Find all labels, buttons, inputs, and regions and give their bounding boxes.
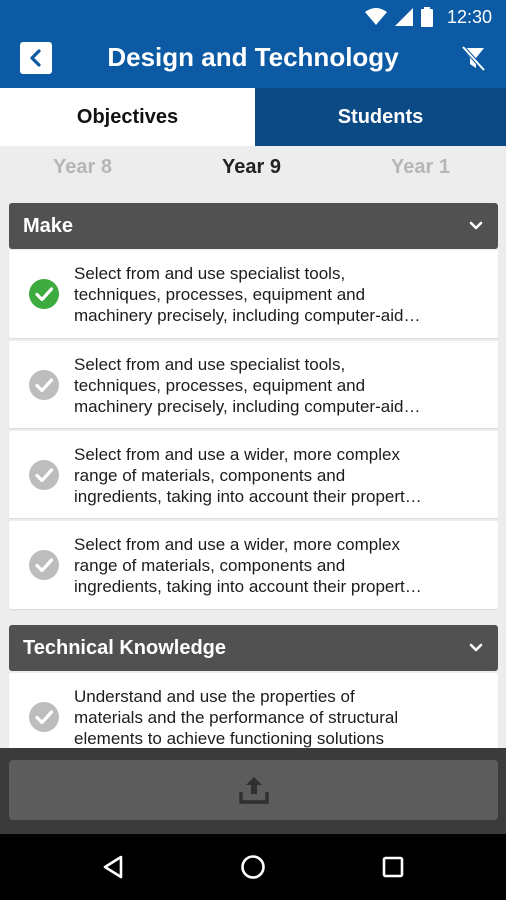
objective-text-line: ingredients, taking into account their p… [74, 577, 422, 596]
objective-text-line: materials and the performance of structu… [74, 708, 399, 727]
tab-objectives[interactable]: Objectives [0, 88, 255, 146]
wifi-icon [364, 8, 387, 25]
back-triangle-icon [103, 855, 123, 879]
objective-text-line: range of materials, components and [74, 466, 346, 485]
chevron-left-icon [30, 49, 41, 67]
objective-text: Select from and use a wider, more comple… [74, 444, 469, 507]
check-incomplete-icon [29, 702, 59, 732]
objective-text-line: Understand and use the properties of [74, 687, 355, 706]
objective-text: Select from and use a wider, more comple… [74, 534, 469, 597]
objective-text-line: elements to achieve functioning solution… [74, 729, 384, 748]
chevron-down-icon [469, 221, 483, 230]
check-incomplete-icon [29, 460, 59, 490]
check-incomplete-icon [29, 550, 59, 580]
year-next[interactable]: Year 1 [391, 156, 450, 179]
upload-icon [238, 777, 269, 804]
year-previous[interactable]: Year 8 [53, 156, 112, 179]
system-nav-bar [0, 834, 506, 900]
objective-text: Understand and use the properties of mat… [74, 686, 469, 748]
nav-back-button[interactable] [98, 852, 128, 882]
objective-text-line: Select from and use specialist tools, [74, 355, 346, 374]
year-selector: Year 8 Year 9 Year 1 [0, 146, 506, 190]
objective-card[interactable]: Select from and use a wider, more comple… [9, 521, 498, 609]
objective-text-line: techniques, processes, equipment and [74, 376, 366, 395]
check-complete-icon [29, 279, 59, 309]
upload-button[interactable] [9, 760, 498, 820]
back-button[interactable] [20, 42, 52, 74]
nav-recents-button[interactable] [378, 852, 408, 882]
chevron-down-icon [469, 643, 483, 652]
objective-text-line: Select from and use a wider, more comple… [74, 445, 400, 464]
battery-icon [420, 7, 433, 27]
status-bar: 12:30 [0, 0, 506, 34]
objective-card[interactable]: Select from and use a wider, more comple… [9, 431, 498, 518]
section-title: Technical Knowledge [23, 636, 226, 659]
objective-text-line: machinery precisely, including computer-… [74, 306, 421, 325]
objective-text-line: range of materials, components and [74, 556, 346, 575]
section-header-make[interactable]: Make [9, 203, 498, 249]
year-current[interactable]: Year 9 [222, 156, 281, 179]
tab-bar: Objectives Students [0, 88, 506, 146]
objective-card[interactable]: Understand and use the properties of mat… [9, 673, 498, 748]
objective-text-line: techniques, processes, equipment and [74, 285, 366, 304]
filter-button[interactable] [458, 43, 488, 73]
objective-card[interactable]: Select from and use specialist tools, te… [9, 250, 498, 338]
screen: 12:30 Design and Technology Objectives S… [0, 0, 506, 900]
section-header-technical-knowledge[interactable]: Technical Knowledge [9, 625, 498, 671]
page-title: Design and Technology [107, 42, 399, 72]
app-bar: Design and Technology [0, 34, 506, 88]
objective-card[interactable]: Select from and use specialist tools, te… [9, 341, 498, 428]
objective-text-line: machinery precisely, including computer-… [74, 397, 421, 416]
objective-text-line: ingredients, taking into account their p… [74, 487, 422, 506]
home-circle-icon [241, 855, 265, 879]
tab-students[interactable]: Students [255, 88, 506, 146]
objectives-list: Make Select from and use specialist tool… [0, 190, 506, 748]
status-icons: 12:30 [364, 6, 492, 28]
nav-home-button[interactable] [238, 852, 268, 882]
filter-off-icon [461, 45, 486, 72]
cell-signal-icon [394, 8, 413, 26]
objective-text: Select from and use specialist tools, te… [74, 354, 469, 417]
action-bar [0, 748, 506, 834]
status-time: 12:30 [446, 6, 492, 27]
section-title: Make [23, 214, 74, 237]
objective-text-line: Select from and use specialist tools, [74, 264, 346, 283]
objective-text-line: Select from and use a wider, more comple… [74, 535, 400, 554]
recents-square-icon [382, 856, 404, 878]
check-incomplete-icon [29, 370, 59, 400]
objective-text: Select from and use specialist tools, te… [74, 263, 469, 326]
